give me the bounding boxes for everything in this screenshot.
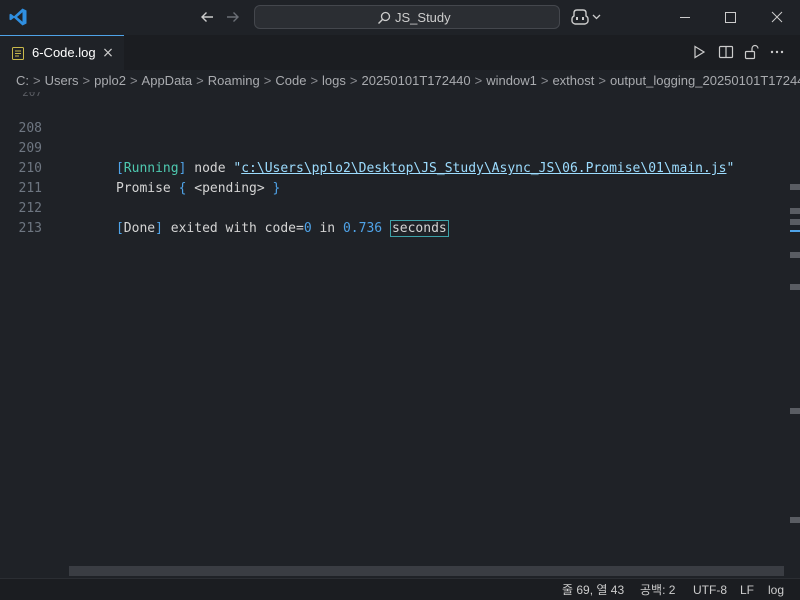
chevron-right-icon: > xyxy=(196,73,204,88)
close-window-button[interactable] xyxy=(754,0,800,35)
breadcrumb: C: > Users > pplo2 > AppData > Roaming > Code > logs… xyxy=(0,70,800,92)
breadcrumb-item[interactable]: Roaming xyxy=(208,73,260,89)
line-number: 213 xyxy=(18,221,42,236)
breadcrumb-item[interactable]: logs xyxy=(322,73,346,89)
breadcrumb-item[interactable]: output_logging_20250101T172445 xyxy=(610,73,800,89)
highlighted-word: seconds xyxy=(389,220,449,237)
more-actions-button[interactable] xyxy=(769,44,785,60)
duration-value: 0.736 xyxy=(342,221,383,236)
copilot-menu-button[interactable] xyxy=(571,8,605,26)
run-button[interactable] xyxy=(691,44,707,60)
partial-line-number: 207 xyxy=(22,92,42,99)
ellipsis-icon xyxy=(770,50,784,54)
editor[interactable]: 207 208 [Running] node "c:\Users\pplo2\D… xyxy=(0,92,800,578)
code-line-210[interactable]: 210 xyxy=(0,139,790,176)
chevron-right-icon: > xyxy=(474,73,483,88)
minimize-icon xyxy=(680,17,690,18)
ruler-mark xyxy=(790,284,800,290)
vscode-logo-icon xyxy=(9,8,27,26)
lock-button[interactable] xyxy=(743,44,759,60)
breadcrumb-item[interactable]: pplo2 xyxy=(94,73,126,89)
minimize-button[interactable] xyxy=(662,0,708,35)
command-center-search[interactable]: JS_Study xyxy=(254,5,560,29)
code-line-212[interactable]: 212 xyxy=(0,179,790,216)
end-of-line[interactable]: LF xyxy=(740,583,754,597)
chevron-right-icon: > xyxy=(263,73,272,88)
tab-label: 6-Code.log xyxy=(32,45,96,60)
tab-6-code-log[interactable]: 6-Code.log × xyxy=(0,35,124,70)
code-line-213[interactable]: 213 xyxy=(0,199,790,236)
code-line-211[interactable]: 211 [Done] exited with code=0 in 0.736 s… xyxy=(0,159,790,237)
breadcrumb-item[interactable]: 20250101T172440 xyxy=(361,73,470,89)
code-line-209[interactable]: 209 Promise { <pending> } xyxy=(0,119,790,196)
breadcrumb-item[interactable]: AppData xyxy=(142,73,193,89)
exit-code-value: 0 xyxy=(303,221,312,236)
chevron-right-icon: > xyxy=(129,73,138,88)
close-icon xyxy=(771,11,783,23)
cursor-ruler-mark xyxy=(790,230,800,232)
chevron-right-icon: > xyxy=(540,73,549,88)
search-icon xyxy=(378,11,391,24)
tab-close-icon[interactable]: × xyxy=(102,46,114,60)
breadcrumb-item[interactable]: exthost xyxy=(552,73,594,89)
arrow-left-icon[interactable] xyxy=(198,8,216,26)
title-bar: JS_Study xyxy=(0,0,800,35)
ruler-mark xyxy=(790,184,800,190)
overview-ruler[interactable] xyxy=(790,92,800,578)
bracket: [ xyxy=(115,221,124,236)
tab-bar: 6-Code.log × xyxy=(0,35,800,70)
ruler-mark xyxy=(790,208,800,214)
ruler-mark xyxy=(790,252,800,258)
code-line-208[interactable]: 208 [Running] node "c:\Users\pplo2\Deskt… xyxy=(0,99,790,176)
ruler-mark xyxy=(790,517,800,523)
split-editor-icon xyxy=(718,45,734,59)
exit-text: exited with code= xyxy=(162,221,304,236)
chevron-right-icon: > xyxy=(598,73,606,88)
ruler-mark xyxy=(790,408,800,414)
unlock-icon xyxy=(744,44,759,60)
breadcrumb-item[interactable]: Code xyxy=(275,73,306,89)
arrow-right-icon[interactable] xyxy=(224,8,242,26)
maximize-icon xyxy=(725,12,736,23)
bracket: ] xyxy=(155,221,163,236)
horizontal-scrollbar[interactable] xyxy=(69,566,784,576)
encoding[interactable]: UTF-8 xyxy=(693,583,727,597)
chevron-right-icon: > xyxy=(310,73,319,88)
cursor-position[interactable]: 줄 69, 열 43 xyxy=(562,583,624,597)
language-mode[interactable]: log xyxy=(768,583,784,597)
chevron-right-icon: > xyxy=(82,73,91,88)
breadcrumb-item[interactable]: window1 xyxy=(486,73,537,89)
split-editor-button[interactable] xyxy=(718,44,734,60)
ruler-mark xyxy=(790,219,800,225)
done-tag: Done xyxy=(123,221,156,236)
breadcrumb-trail: C: > Users > pplo2 > AppData > Roaming > Code > logs… xyxy=(16,73,800,89)
status-bar: 줄 69, 열 43 공백: 2 UTF-8 LF log xyxy=(0,578,800,600)
breadcrumb-item[interactable]: Users xyxy=(45,73,79,89)
play-icon xyxy=(694,45,706,59)
breadcrumb-item[interactable]: C: xyxy=(16,73,29,89)
chevron-right-icon: > xyxy=(33,73,41,88)
indentation[interactable]: 공백: 2 xyxy=(640,583,675,597)
log-file-icon xyxy=(12,47,24,60)
in-text: in xyxy=(311,221,343,236)
chevron-right-icon: > xyxy=(349,73,358,88)
maximize-button[interactable] xyxy=(708,0,754,35)
command-center-label: JS_Study xyxy=(395,10,451,25)
copilot-icon xyxy=(571,9,601,25)
